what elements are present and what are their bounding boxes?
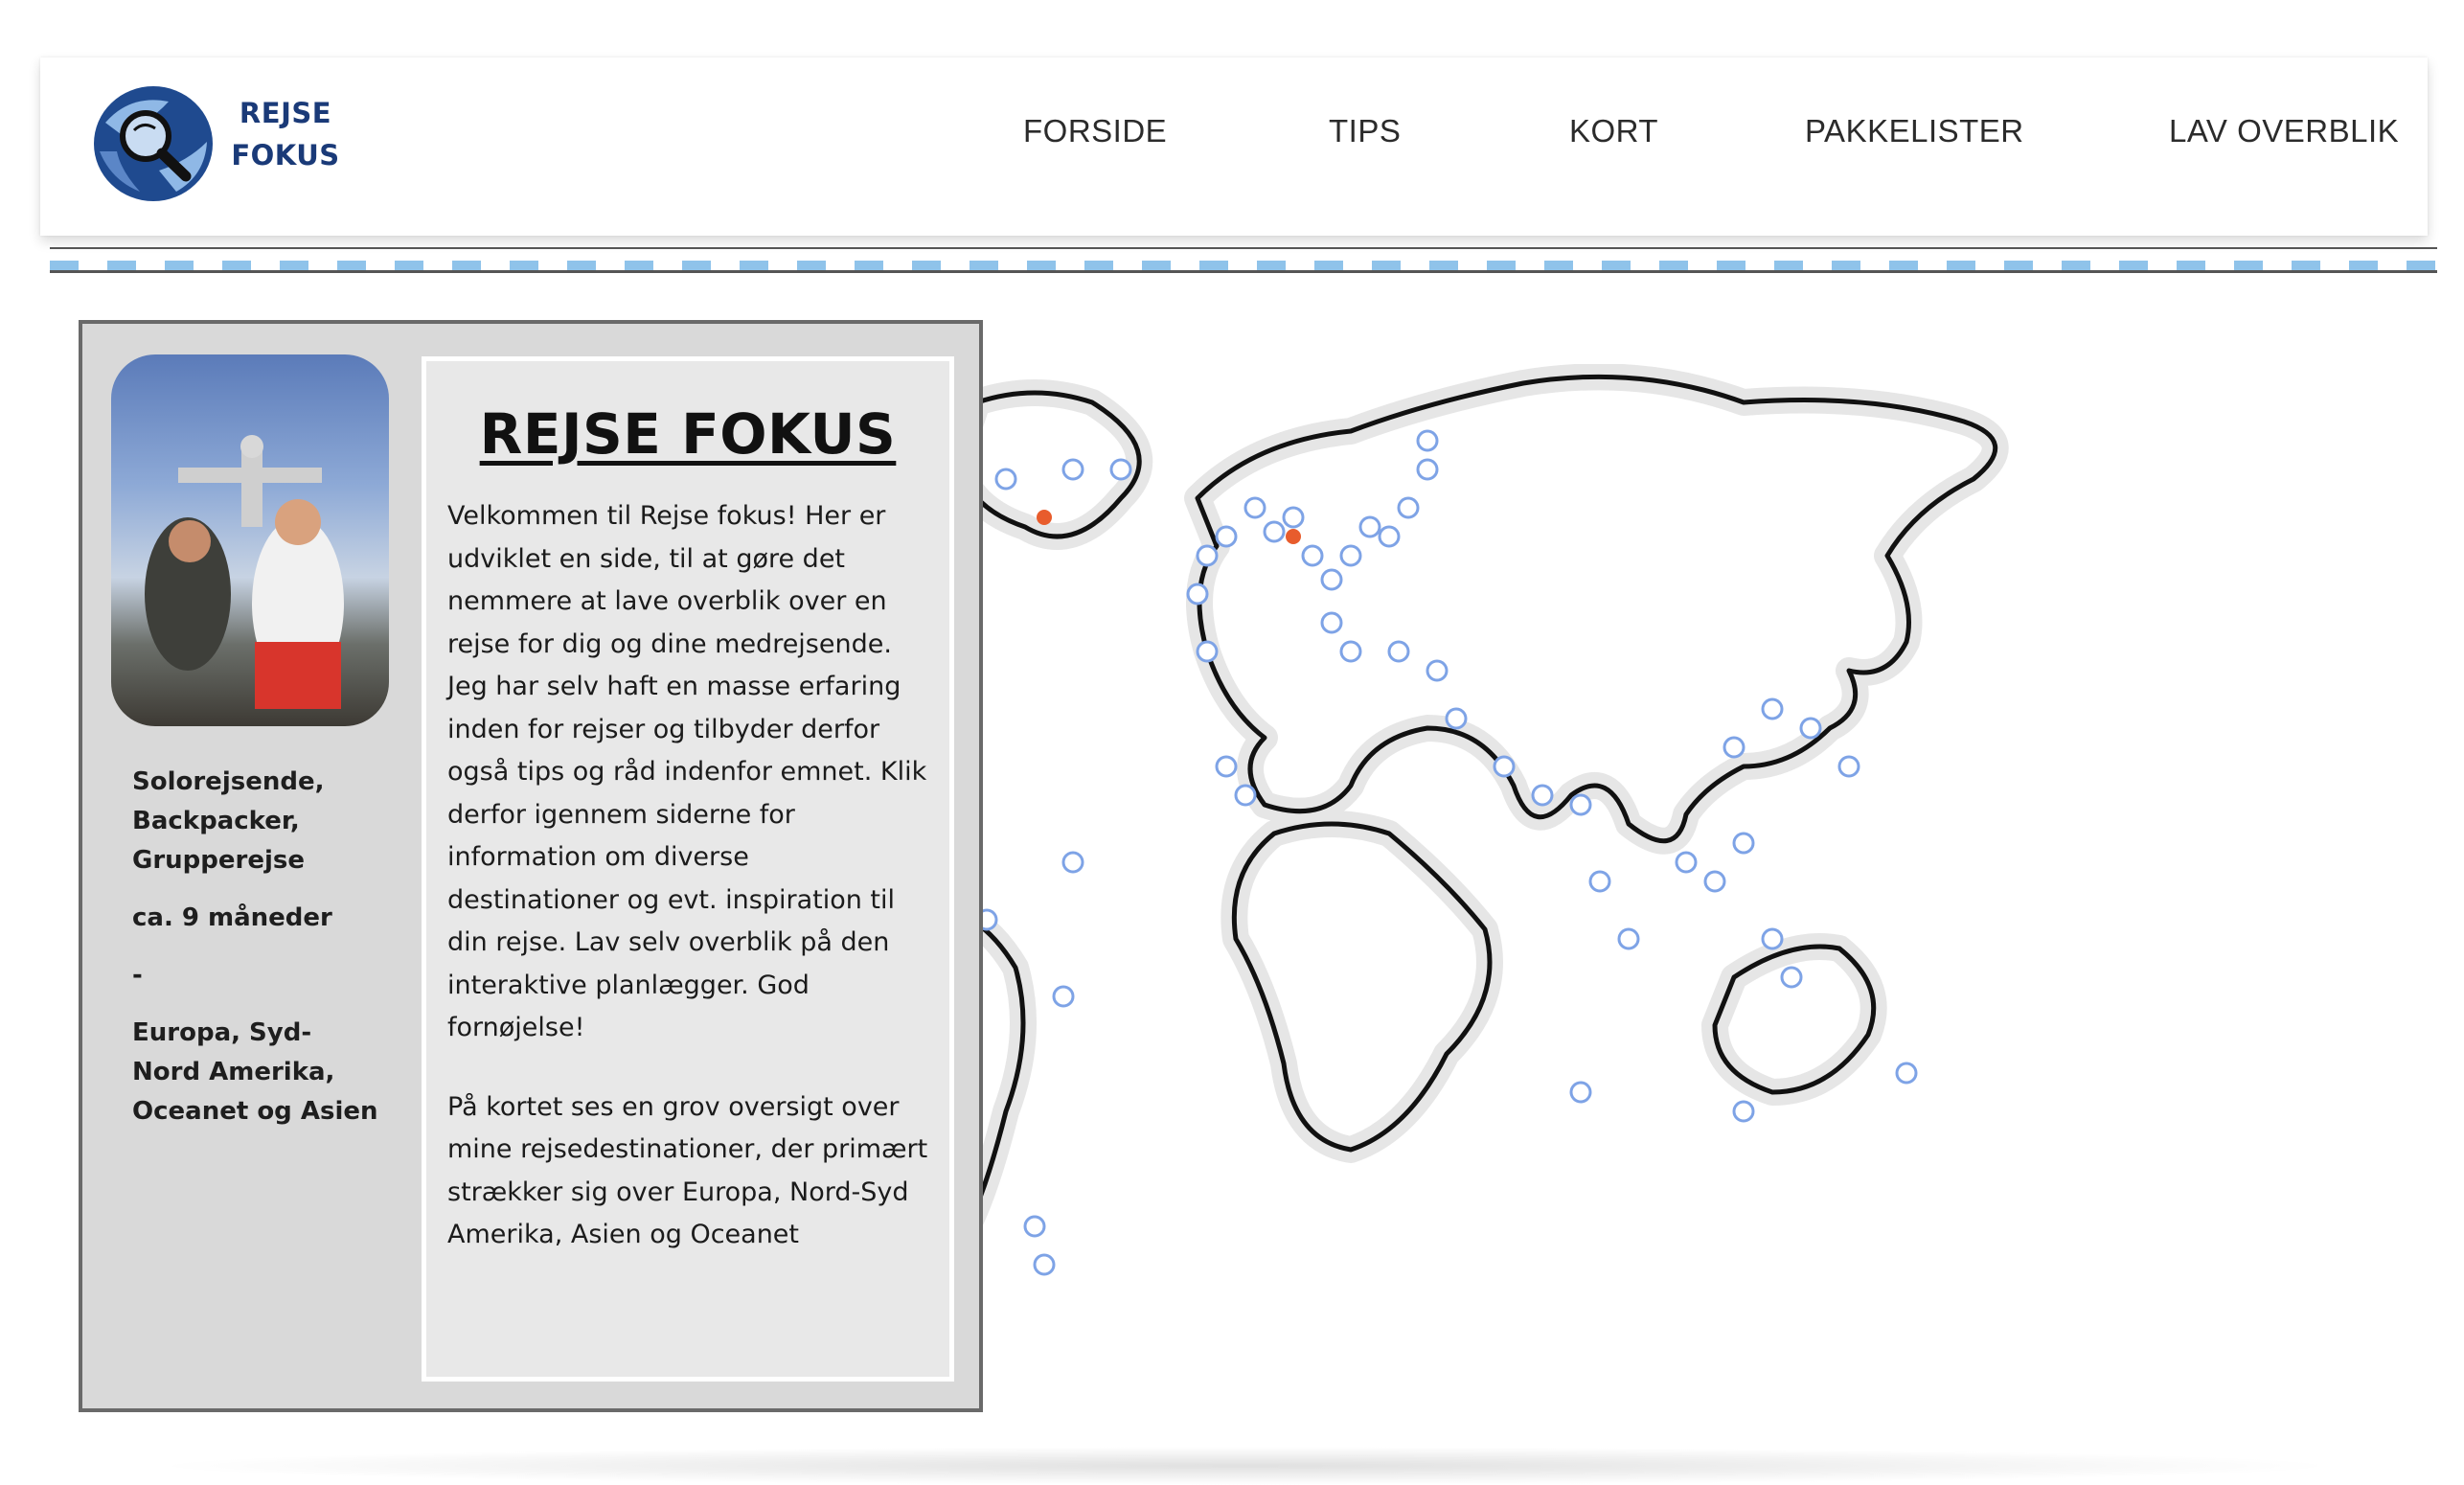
travel-type: Solorejsende, Backpacker, Grupperejse xyxy=(132,767,325,875)
nav-forside[interactable]: FORSIDE xyxy=(1023,113,1167,149)
profile-card: Solorejsende, Backpacker, Grupperejse ca… xyxy=(79,320,983,1412)
nav-tips[interactable]: TIPS xyxy=(1329,113,1401,149)
site-header: REJSE FOKUS FORSIDE TIPS KORT PAKKELISTE… xyxy=(40,57,2428,236)
nav-kort[interactable]: KORT xyxy=(1569,113,1658,149)
intro-title: REJSE FOKUS xyxy=(479,401,897,467)
intro-paragraph-1: Velkommen til Rejse fokus! Her er udvikl… xyxy=(447,501,927,1042)
nav-pakkelister[interactable]: PAKKELISTER xyxy=(1805,113,2024,149)
info-separator: - xyxy=(132,961,143,990)
travel-photo xyxy=(111,354,389,726)
world-map[interactable] xyxy=(948,364,2328,1418)
travel-duration: ca. 9 måneder xyxy=(132,903,332,932)
travel-regions: Europa, Syd- Nord Amerika, Oceanet og As… xyxy=(132,1018,378,1126)
nav-lav-overblik[interactable]: LAV OVERBLIK xyxy=(2169,113,2399,149)
section-shadow xyxy=(144,1447,2347,1485)
intro-paragraph-2: På kortet ses en grov oversigt over mine… xyxy=(447,1091,928,1250)
header-divider xyxy=(50,247,2437,274)
main-nav: FORSIDE TIPS KORT PAKKELISTER LAV OVERBL… xyxy=(40,113,2428,171)
traveler-info: Solorejsende, Backpacker, Grupperejse ca… xyxy=(132,763,381,1150)
intro-textbox: REJSE FOKUS Velkommen til Rejse fokus! H… xyxy=(422,356,954,1382)
